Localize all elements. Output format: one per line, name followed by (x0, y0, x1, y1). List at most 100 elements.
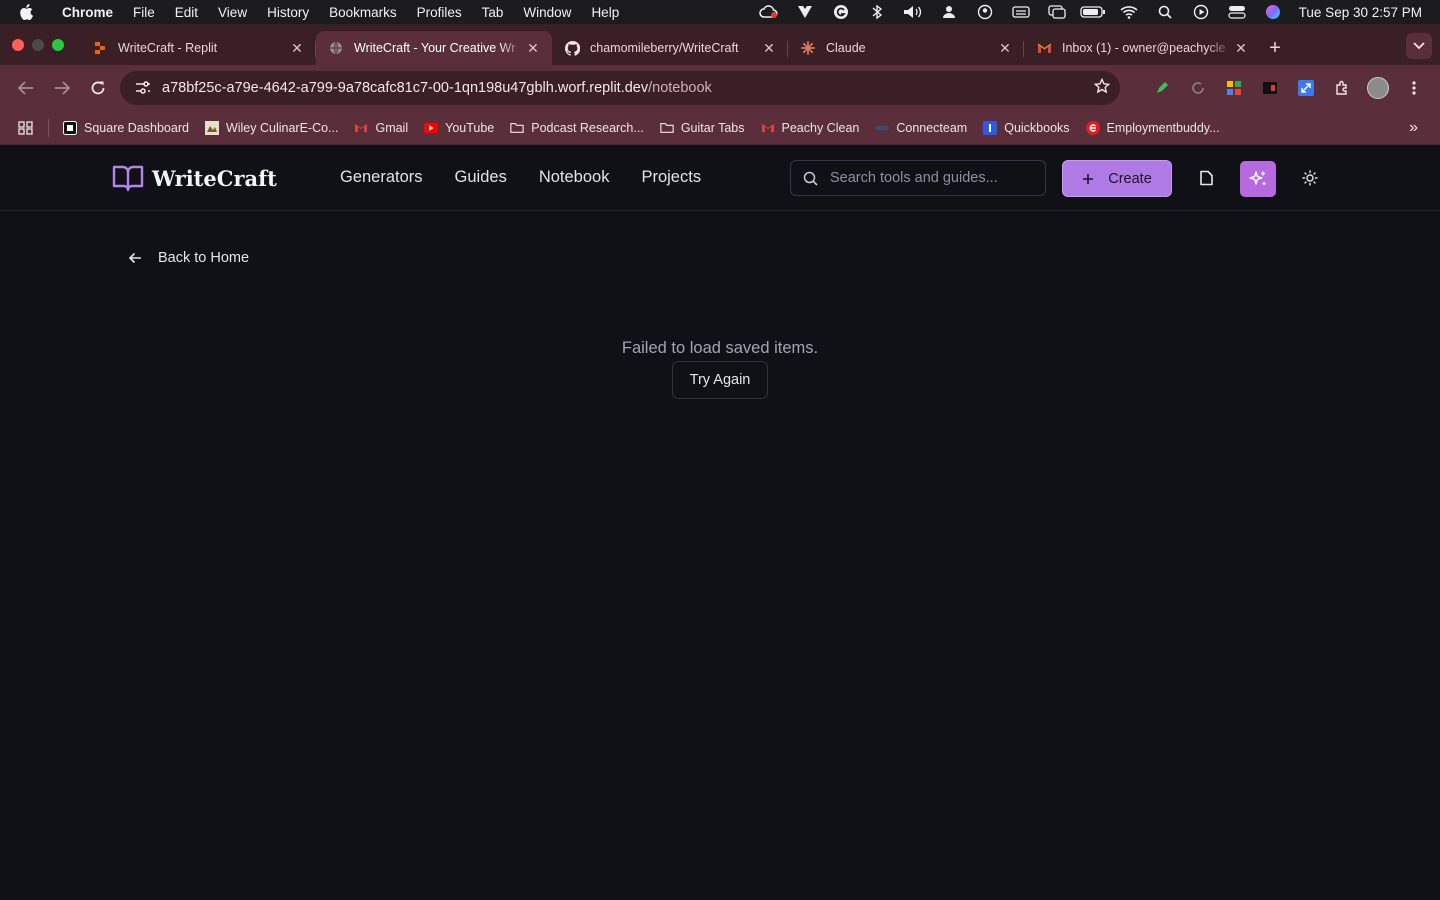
menu-tab[interactable]: Tab (472, 0, 514, 24)
search-input[interactable] (830, 170, 1020, 186)
expand-extension-icon[interactable] (1288, 70, 1324, 106)
url-path: /notebook (648, 80, 712, 96)
keyboard-icon[interactable] (1003, 0, 1039, 24)
new-tab-button[interactable]: + (1260, 31, 1290, 65)
media-extension-icon[interactable] (1252, 70, 1288, 106)
bookmark-star-icon[interactable] (1093, 77, 1111, 98)
minimize-window-button[interactable] (32, 38, 44, 51)
nav-generators[interactable]: Generators (340, 168, 423, 187)
plus-icon (1083, 173, 1094, 184)
menu-window[interactable]: Window (513, 0, 581, 24)
control-center-icon[interactable] (1219, 0, 1255, 24)
bookmark-employmentbuddy[interactable]: Employmentbuddy... (1078, 115, 1228, 141)
bookmark-label: Wiley CulinarE-Co... (225, 120, 339, 135)
bookmark-square-dashboard[interactable]: Square Dashboard (55, 115, 197, 141)
theme-toggle-button[interactable] (1294, 162, 1326, 194)
tab-github[interactable]: chamomileberry/WriteCraft ✕ (552, 31, 788, 65)
address-url[interactable]: a78bf25c-a79e-4642-a799-9a78cafc81c7-00-… (162, 80, 1094, 96)
grid-extension-icon[interactable] (1216, 70, 1252, 106)
heart-shield-icon[interactable] (787, 0, 823, 24)
wifi-icon[interactable] (1111, 0, 1147, 24)
gmail-icon (1036, 40, 1052, 56)
bookmark-guitar-tabs[interactable]: Guitar Tabs (652, 115, 753, 141)
tab-close-icon[interactable]: ✕ (288, 40, 306, 57)
square-icon (63, 120, 77, 135)
bookmark-peachy-clean[interactable]: Peachy Clean (753, 115, 868, 141)
folder-icon (510, 121, 524, 135)
tab-writecraft-replit[interactable]: WriteCraft - Replit ✕ (80, 31, 316, 65)
menu-profiles[interactable]: Profiles (407, 0, 472, 24)
menu-bookmarks[interactable]: Bookmarks (319, 0, 407, 24)
apple-menu-icon[interactable] (0, 4, 52, 20)
tab-close-icon[interactable]: ✕ (524, 40, 542, 57)
extensions-puzzle-icon[interactable] (1324, 70, 1360, 106)
reload-button[interactable] (80, 70, 116, 106)
menu-help[interactable]: Help (581, 0, 629, 24)
ai-assistant-button[interactable] (1240, 161, 1276, 197)
play-circle-icon[interactable] (1183, 0, 1219, 24)
browser-toolbar: a78bf25c-a79e-4642-a799-9a78cafc81c7-00-… (0, 65, 1440, 111)
menubar-clock[interactable]: Tue Sep 30 2:57 PM (1291, 5, 1422, 20)
battery-icon[interactable] (1075, 0, 1111, 24)
sparkles-icon (1249, 171, 1266, 185)
bookmark-youtube[interactable]: YouTube (416, 115, 502, 141)
tab-close-icon[interactable]: ✕ (996, 40, 1014, 57)
highlighter-extension-icon[interactable] (1144, 70, 1180, 106)
bookmarks-bar: Square Dashboard Wiley CulinarE-Co... Gm… (0, 111, 1440, 145)
more-bookmarks-chevron-icon[interactable]: » (1409, 119, 1430, 137)
create-button[interactable]: Create (1062, 160, 1172, 197)
bookmark-gmail[interactable]: Gmail (346, 115, 416, 141)
logo-text: WriteCraft (152, 165, 277, 191)
macos-menu-bar: Chrome File Edit View History Bookmarks … (0, 0, 1440, 24)
nav-guides[interactable]: Guides (455, 168, 507, 187)
quickbooks-icon (983, 120, 998, 135)
volume-icon[interactable] (895, 0, 931, 24)
tab-close-icon[interactable]: ✕ (760, 40, 778, 57)
tab-search-button[interactable] (1406, 33, 1432, 59)
maximize-window-button[interactable] (52, 38, 64, 51)
gmail-icon (354, 121, 368, 135)
back-nav-button[interactable] (8, 70, 44, 106)
menu-file[interactable]: File (123, 0, 165, 24)
open-book-icon (112, 165, 144, 192)
close-window-button[interactable] (12, 38, 24, 51)
apps-grid-button[interactable] (10, 115, 42, 141)
bookmark-quickbooks[interactable]: Quickbooks (975, 115, 1077, 141)
chrome-menu-icon[interactable] (1396, 70, 1432, 106)
menu-history[interactable]: History (257, 0, 319, 24)
tab-gmail-inbox[interactable]: Inbox (1) - owner@peachycle ✕ (1024, 31, 1260, 65)
address-bar[interactable]: a78bf25c-a79e-4642-a799-9a78cafc81c7-00-… (120, 71, 1120, 105)
bluetooth-icon[interactable] (859, 0, 895, 24)
bookmark-connecteam[interactable]: Connecteam (867, 115, 975, 141)
url-host: a78bf25c-a79e-4642-a799-9a78cafc81c7-00-… (162, 80, 649, 96)
user-icon[interactable] (931, 0, 967, 24)
tab-writecraft-active[interactable]: WriteCraft - Your Creative Wr ✕ (316, 31, 552, 65)
menu-view[interactable]: View (208, 0, 257, 24)
bookmark-podcast-research[interactable]: Podcast Research... (502, 115, 652, 141)
search-box[interactable] (790, 160, 1046, 196)
screen-mirror-icon[interactable] (1039, 0, 1075, 24)
tab-claude[interactable]: Claude ✕ (788, 31, 1024, 65)
arrow-left-icon (18, 81, 33, 95)
refresh-extension-icon[interactable] (1180, 70, 1216, 106)
menu-edit[interactable]: Edit (165, 0, 208, 24)
profile-avatar[interactable] (1360, 70, 1396, 106)
nav-notebook[interactable]: Notebook (539, 168, 610, 187)
sun-icon (1302, 170, 1318, 186)
notes-button[interactable] (1190, 162, 1222, 194)
spotlight-search-icon[interactable] (1147, 0, 1183, 24)
nav-projects[interactable]: Projects (641, 168, 701, 187)
bookmark-label: Podcast Research... (531, 120, 644, 135)
writecraft-logo[interactable]: WriteCraft (112, 164, 277, 192)
account-circle-icon[interactable] (967, 0, 1003, 24)
tab-close-icon[interactable]: ✕ (1232, 40, 1250, 57)
creative-cloud-icon[interactable] (751, 0, 787, 24)
try-again-button[interactable]: Try Again (672, 361, 768, 399)
back-to-home-link[interactable]: Back to Home (128, 250, 249, 266)
menu-app-name[interactable]: Chrome (52, 0, 123, 24)
grammarly-icon[interactable] (823, 0, 859, 24)
site-info-icon[interactable] (130, 75, 156, 101)
bookmark-wiley[interactable]: Wiley CulinarE-Co... (197, 115, 347, 141)
siri-icon[interactable] (1255, 0, 1291, 24)
forward-nav-button[interactable] (44, 70, 80, 106)
